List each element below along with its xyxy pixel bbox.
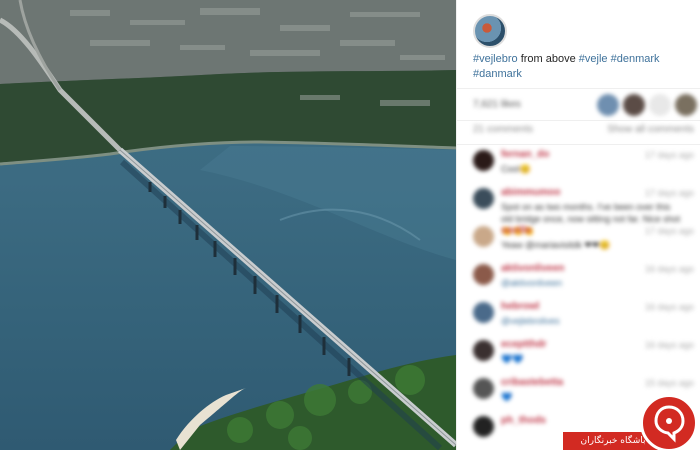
comment-text: @vejlebrolives — [501, 316, 560, 326]
comment-timestamp: 16 days ago — [644, 264, 694, 274]
liker-avatar[interactable] — [623, 94, 645, 116]
divider — [457, 88, 700, 89]
commenter-username[interactable]: aktivonliveen — [501, 263, 564, 274]
commenter-username[interactable]: saville — [501, 225, 532, 236]
commenter-username[interactable]: hebrowl — [501, 301, 539, 312]
watermark-logo-icon — [640, 394, 698, 452]
commenter-avatar[interactable] — [473, 226, 494, 247]
liker-avatar[interactable] — [597, 94, 619, 116]
comment-text: Yeaw @mariavisitdk ❤❤😊 — [501, 240, 611, 250]
commenter-avatar[interactable] — [473, 340, 494, 361]
divider — [457, 144, 700, 145]
hashtag-link[interactable]: #danmark — [473, 68, 522, 80]
post-side-panel: #vejlebro from above #vejle #denmark #da… — [456, 0, 700, 450]
commenter-username[interactable]: eceptthdr — [501, 339, 547, 350]
author-avatar[interactable] — [473, 14, 507, 48]
comment-timestamp: 17 days ago — [644, 150, 694, 160]
commenter-username[interactable]: fernan_do — [501, 149, 549, 160]
divider — [457, 120, 700, 121]
comment-text: @aktivonliveen — [501, 278, 563, 288]
hashtag-link[interactable]: #vejle — [579, 53, 608, 65]
comment-text: 💙💙 — [501, 354, 524, 364]
liker-avatar[interactable] — [675, 94, 697, 116]
comments-count: 21 comments — [473, 124, 534, 135]
commenter-avatar[interactable] — [473, 416, 494, 437]
commenter-avatar[interactable] — [473, 150, 494, 171]
likes-row: 7,621 likes — [473, 94, 698, 118]
liker-avatar[interactable] — [649, 94, 671, 116]
comment-timestamp: 16 days ago — [644, 302, 694, 312]
comment-timestamp: 17 days ago — [644, 226, 694, 236]
commenter-username[interactable]: cribastebetta — [501, 377, 563, 388]
commenter-avatar[interactable] — [473, 264, 494, 285]
hashtag-link[interactable]: #vejlebro — [473, 53, 518, 65]
commenter-username[interactable]: ph_thods — [501, 415, 546, 426]
show-all-comments-link[interactable]: Show all comments — [607, 124, 694, 135]
hashtag-link[interactable]: #denmark — [611, 53, 660, 65]
commenter-avatar[interactable] — [473, 378, 494, 399]
bridge-aerial-image — [0, 0, 456, 450]
likes-count[interactable]: 7,621 likes — [473, 99, 521, 110]
commenter-avatar[interactable] — [473, 188, 494, 209]
comment-timestamp: 17 days ago — [644, 188, 694, 198]
comments-summary: 21 comments Show all comments — [473, 124, 698, 138]
comment-timestamp: 15 days ago — [644, 378, 694, 388]
comment-timestamp: 16 days ago — [644, 340, 694, 350]
comment-text: Cool😊 — [501, 164, 531, 174]
post-caption: #vejlebro from above #vejle #denmark #da… — [473, 52, 688, 82]
commenter-username[interactable]: abimmumoo — [501, 187, 560, 198]
commenter-avatar[interactable] — [473, 302, 494, 323]
post-photo[interactable] — [0, 0, 456, 450]
caption-text: from above — [517, 53, 579, 65]
